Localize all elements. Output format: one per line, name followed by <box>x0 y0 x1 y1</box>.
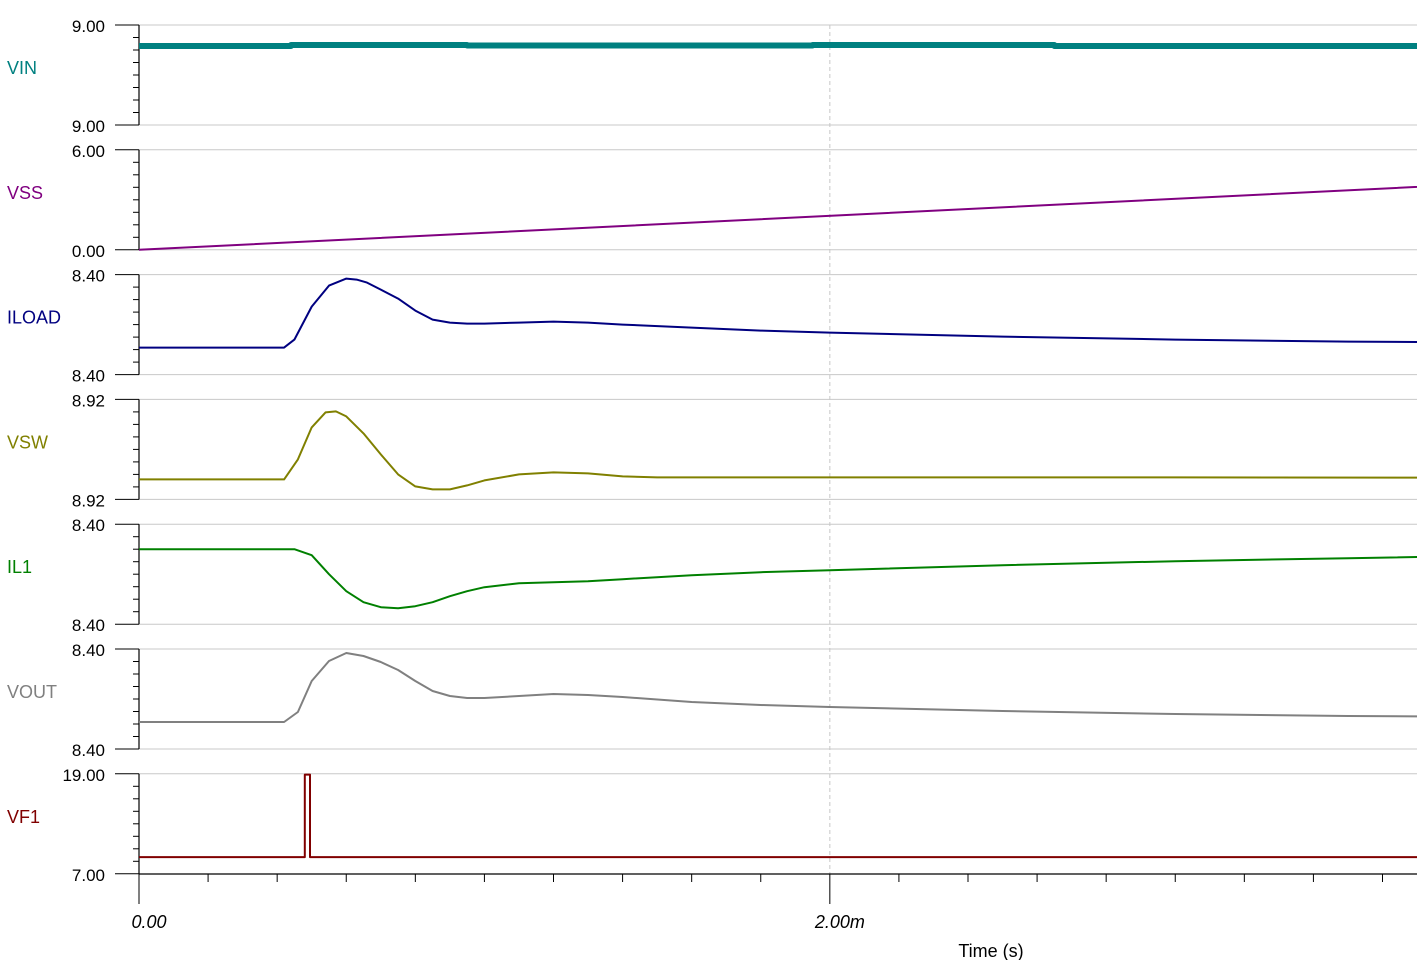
y-tick-label-bottom: 8.40 <box>72 367 105 386</box>
x-tick-label: 0.00 <box>131 912 166 932</box>
series-label-vf1: VF1 <box>7 807 40 827</box>
y-tick-label-top: 8.40 <box>72 267 105 286</box>
y-tick-label-bottom: 8.40 <box>72 741 105 760</box>
series-trace-iload <box>139 277 1417 349</box>
y-tick-label-top: 9.00 <box>72 17 105 36</box>
series-trace-vsw <box>139 410 1417 491</box>
y-tick-label-top: 8.92 <box>72 391 105 410</box>
y-tick-label-top: 6.00 <box>72 142 105 161</box>
y-tick-label-bottom: 7.00 <box>72 866 105 885</box>
grid <box>139 24 1417 874</box>
series-trace-vout <box>139 652 1417 723</box>
series-trace-vin <box>139 42 1417 49</box>
x-tick-label: 2.00m <box>814 912 865 932</box>
series-label-vss: VSS <box>7 183 43 203</box>
y-tick-label-bottom: 8.92 <box>72 491 105 510</box>
waveform-chart: 9.00 9.00 VIN 6.00 0.00 VSS 8.40 8.40 ILOAD 8.92 8… <box>0 0 1417 961</box>
y-tick-label-top: 19.00 <box>62 766 105 785</box>
series-trace-vss <box>138 185 1417 251</box>
y-tick-label-top: 8.40 <box>72 516 105 535</box>
series-label-vout: VOUT <box>7 682 57 702</box>
y-tick-label-bottom: 8.40 <box>72 616 105 635</box>
series-label-il1: IL1 <box>7 557 32 577</box>
y-tick-label-bottom: 9.00 <box>72 117 105 136</box>
series-label-vsw: VSW <box>7 432 48 452</box>
series-trace-il1 <box>139 548 1417 610</box>
series-label-vin: VIN <box>7 58 37 78</box>
x-axis-title: Time (s) <box>958 941 1023 960</box>
y-tick-label-top: 8.40 <box>72 641 105 660</box>
y-tick-label-bottom: 0.00 <box>72 242 105 261</box>
series-label-iload: ILOAD <box>7 308 61 328</box>
series-trace-vf1 <box>139 773 1417 859</box>
waveform-chart-svg: 9.00 9.00 VIN 6.00 0.00 VSS 8.40 8.40 ILOAD 8.92 8… <box>7 17 1417 961</box>
